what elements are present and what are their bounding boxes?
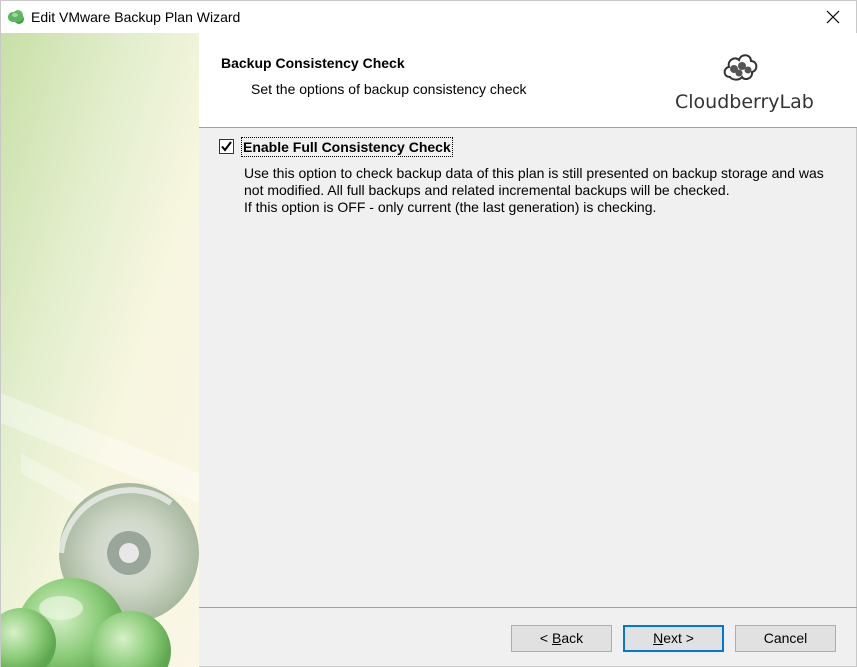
options-panel: Enable Full Consistency Check Use this o… <box>199 128 857 608</box>
cloudberry-app-icon <box>8 10 24 24</box>
logo-text: CloudberryLab <box>675 91 814 113</box>
footer-divider <box>199 607 857 608</box>
page-title: Backup Consistency Check <box>221 55 405 71</box>
back-mnemonic: B <box>551 630 562 646</box>
close-icon <box>826 10 840 24</box>
description-line: Use this option to check backup data of … <box>244 165 824 181</box>
cloudberrylab-logo: CloudberryLab <box>675 47 814 117</box>
next-mnemonic: N <box>653 630 664 646</box>
cancel-button[interactable]: Cancel <box>735 625 836 652</box>
title-bar: Edit VMware Backup Plan Wizard <box>1 1 856 33</box>
description-line: not modified. All full backups and relat… <box>244 182 730 198</box>
enable-full-consistency-checkbox[interactable] <box>219 139 234 154</box>
wizard-side-banner <box>1 33 199 667</box>
checkmark-icon <box>221 141 232 152</box>
next-button[interactable]: Next > <box>623 625 724 652</box>
back-prefix: < <box>539 630 552 646</box>
page-subtitle: Set the options of backup consistency ch… <box>251 81 527 97</box>
back-button[interactable]: < Back <box>511 625 612 652</box>
back-rest: ack <box>561 630 584 646</box>
option-description: Use this option to check backup data of … <box>244 165 834 216</box>
window-title: Edit VMware Backup Plan Wizard <box>31 9 241 25</box>
description-line: If this option is OFF - only current (th… <box>244 199 657 215</box>
close-button[interactable] <box>810 1 856 33</box>
wizard-window: Edit VMware Backup Plan Wizard Backup Co… <box>0 0 857 667</box>
cloud-logo-icon <box>723 54 758 81</box>
wizard-header: Backup Consistency Check Set the options… <box>199 33 857 128</box>
next-rest: ext > <box>663 630 694 646</box>
enable-full-consistency-label[interactable]: Enable Full Consistency Check <box>241 137 453 157</box>
